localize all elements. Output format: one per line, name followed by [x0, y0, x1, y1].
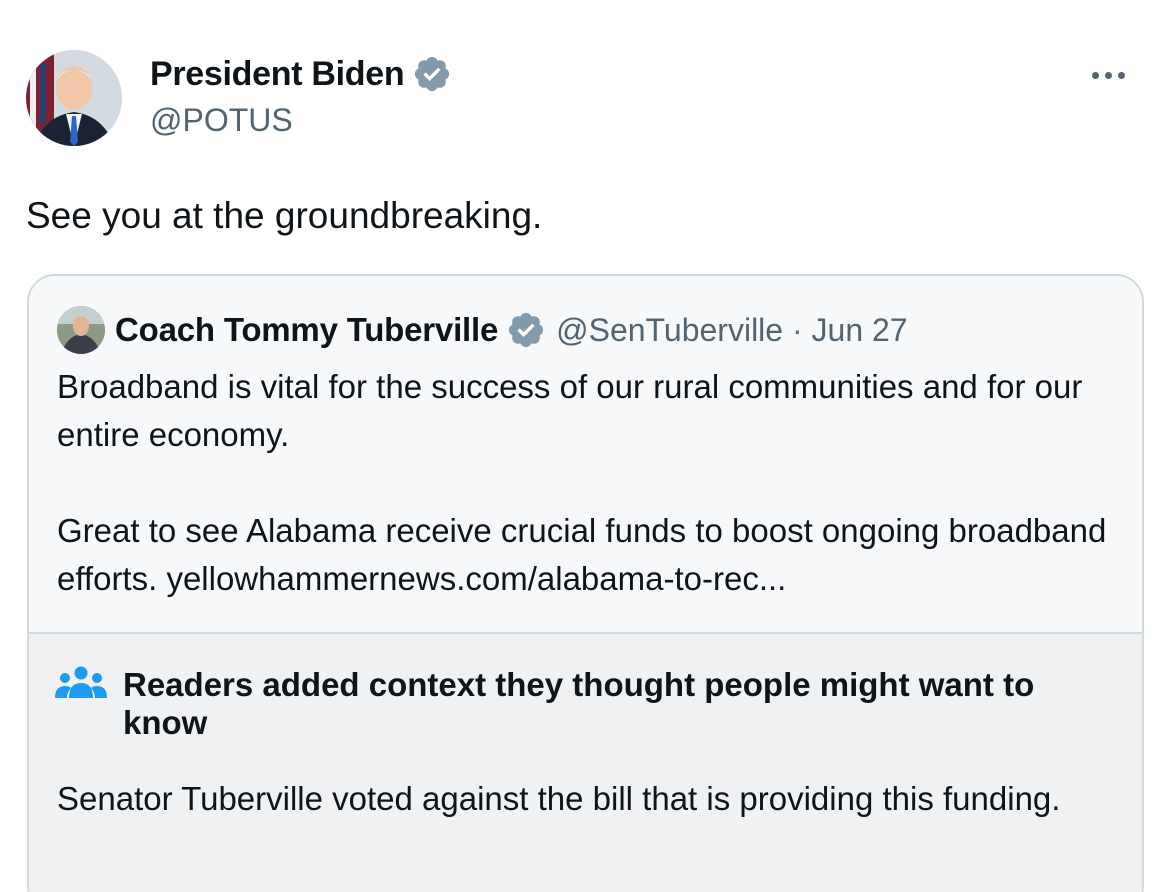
- more-options-button[interactable]: [1078, 60, 1138, 90]
- community-note: Readers added context they thought peopl…: [29, 632, 1142, 892]
- quoted-handle-date[interactable]: @SenTuberville · Jun 27: [556, 312, 907, 349]
- quoted-paragraph-link[interactable]: Great to see Alabama receive crucial fun…: [57, 507, 1117, 603]
- tweet-text: See you at the groundbreaking.: [26, 195, 543, 236]
- more-horizontal-icon: [1091, 71, 1099, 79]
- quoted-tweet-text: Broadband is vital for the success of ou…: [57, 363, 1117, 603]
- author-name-row: President Biden: [150, 54, 452, 94]
- author-handle[interactable]: @POTUS: [150, 100, 293, 140]
- quoted-author-name[interactable]: Coach Tommy Tuberville: [115, 311, 498, 349]
- quoted-tweet-content[interactable]: Coach Tommy Tuberville @SenTuberville · …: [29, 276, 1142, 632]
- author-avatar[interactable]: [26, 50, 122, 146]
- verified-badge-icon: [415, 56, 450, 92]
- community-note-header: Readers added context they thought peopl…: [55, 666, 1083, 742]
- quoted-tweet-card[interactable]: Coach Tommy Tuberville @SenTuberville · …: [27, 274, 1144, 892]
- quoted-tweet-header: Coach Tommy Tuberville @SenTuberville · …: [57, 306, 908, 354]
- community-note-title: Readers added context they thought peopl…: [123, 666, 1035, 741]
- verified-badge-icon: [509, 312, 544, 348]
- author-display-name[interactable]: President Biden: [150, 54, 405, 94]
- people-icon: [55, 666, 107, 698]
- quoted-author-avatar[interactable]: [57, 306, 105, 354]
- community-note-text: Senator Tuberville voted against the bil…: [57, 780, 1061, 817]
- quoted-paragraph: Broadband is vital for the success of ou…: [57, 368, 1083, 453]
- tweet-page: President Biden @POTUS See you at the gr…: [0, 0, 1154, 892]
